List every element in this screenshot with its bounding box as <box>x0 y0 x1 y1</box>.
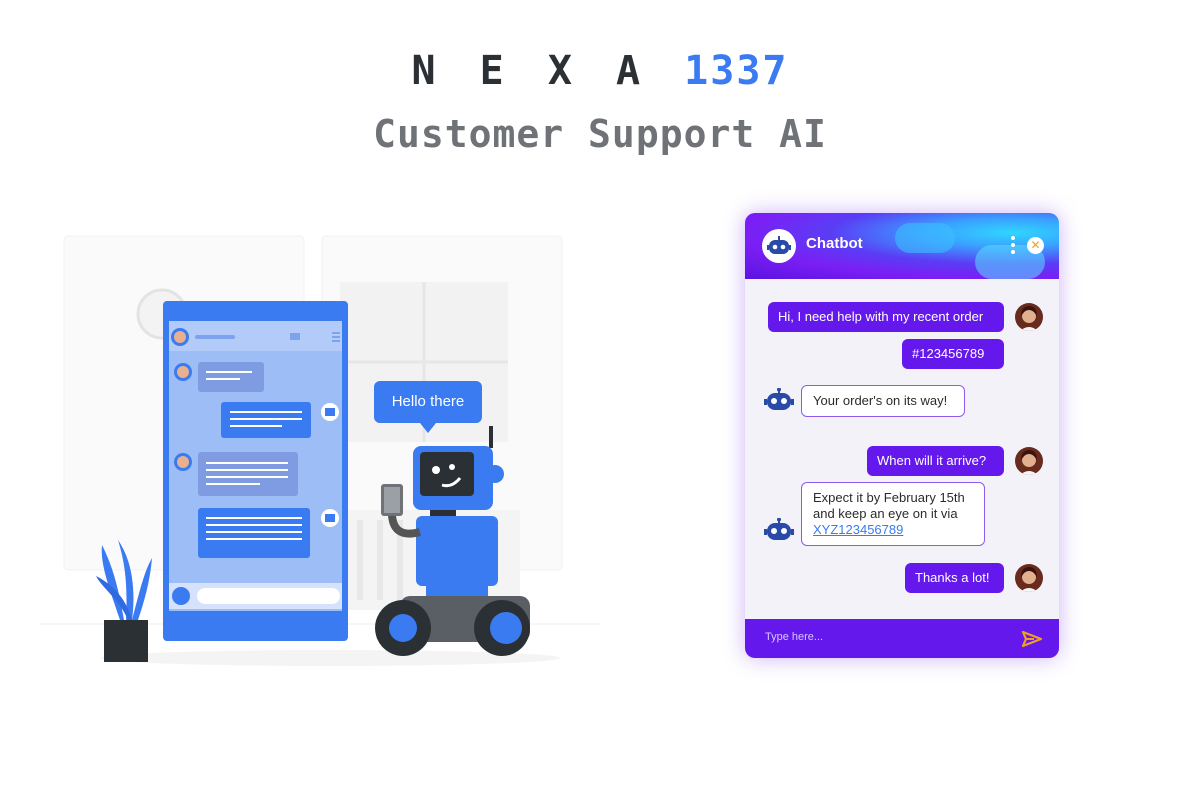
chat-input-bar: Type here... <box>745 619 1059 658</box>
user-message: #123456789 <box>902 339 1004 369</box>
user-message: Thanks a lot! <box>905 563 1004 593</box>
robot-icon <box>762 229 796 263</box>
chat-title: Chatbot <box>806 235 863 252</box>
support-illustration: Hello there <box>40 220 640 690</box>
page-subtitle: Customer Support AI <box>373 112 827 156</box>
chat-messages: Hi, I need help with my recent order #12… <box>745 279 1059 619</box>
user-avatar <box>1015 447 1043 475</box>
bot-message-line: Expect it by February 15th <box>813 490 965 505</box>
kebab-menu-icon[interactable] <box>1010 236 1016 254</box>
chat-widget: Chatbot ✕ Hi, I need help with my recent… <box>745 213 1059 658</box>
bot-message: Your order's on its way! <box>801 385 965 417</box>
chat-header: Chatbot ✕ <box>745 213 1059 279</box>
speech-bubble: Hello there <box>374 381 482 433</box>
send-icon[interactable] <box>1021 630 1043 648</box>
illustration-art <box>40 235 600 666</box>
tracking-link[interactable]: XYZ123456789 <box>813 522 903 537</box>
brand-number: 1337 <box>684 48 789 94</box>
close-icon[interactable]: ✕ <box>1027 237 1044 254</box>
robot-icon <box>764 517 794 542</box>
bot-message-line: and keep an eye on it via <box>813 506 958 521</box>
user-message: Hi, I need help with my recent order <box>768 302 1004 332</box>
brand-name: N E X A <box>411 48 651 94</box>
brand-title: N E X A 1337 <box>0 48 1200 94</box>
bot-message: Expect it by February 15th and keep an e… <box>801 482 985 546</box>
user-message: When will it arrive? <box>867 446 1004 476</box>
robot-icon <box>764 387 794 412</box>
user-avatar <box>1015 303 1043 331</box>
message-input[interactable]: Type here... <box>765 631 823 643</box>
page: N E X A 1337 Customer Support AI Hello t… <box>0 0 1200 800</box>
user-avatar <box>1015 564 1043 592</box>
